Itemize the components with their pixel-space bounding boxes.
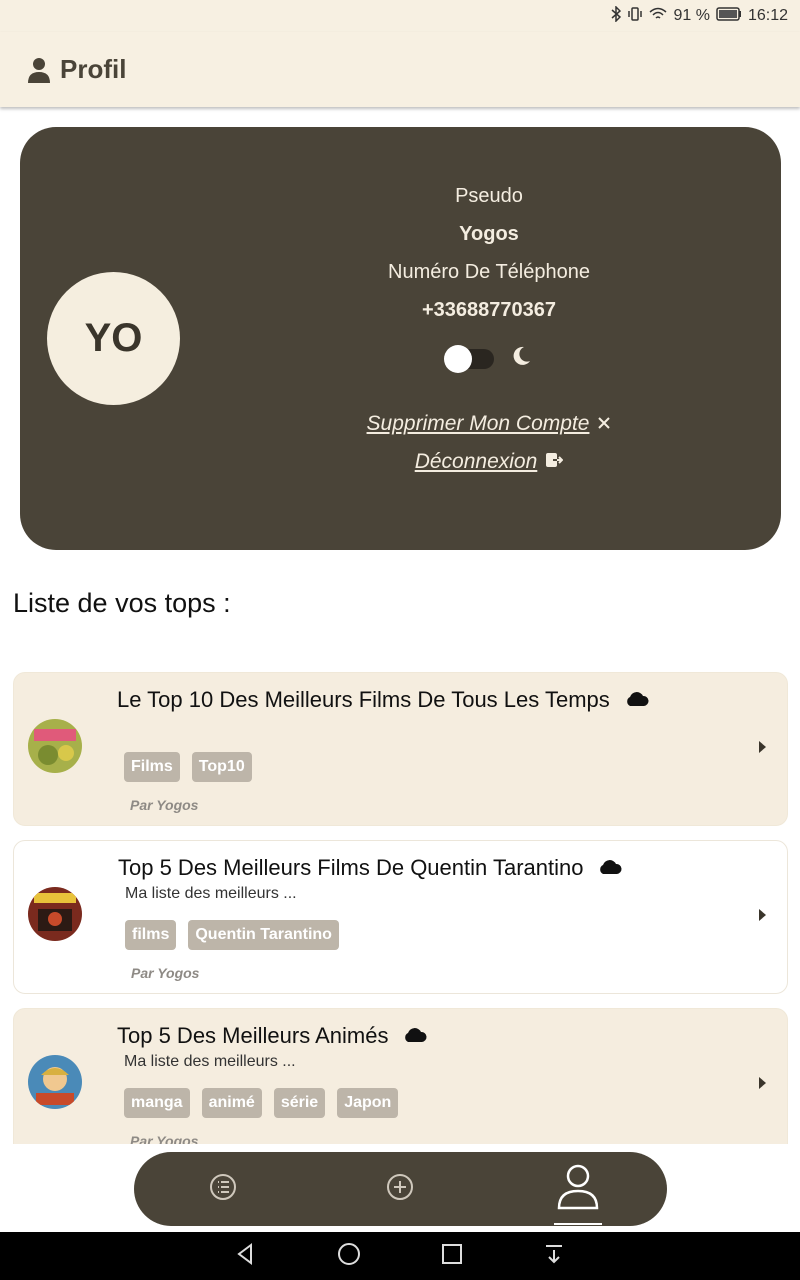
tag[interactable]: série [273, 1088, 326, 1118]
top-author: Par Yogos [130, 1133, 199, 1144]
nav-list-button[interactable] [193, 1159, 253, 1219]
top-title-text: Le Top 10 Des Meilleurs Films De Tous Le… [117, 687, 610, 712]
tag[interactable]: Quentin Tarantino [188, 920, 339, 950]
battery-percent: 91 % [673, 7, 710, 24]
list-icon [209, 1173, 237, 1206]
dark-mode-toggle[interactable] [444, 344, 494, 373]
clock: 16:12 [747, 7, 788, 24]
nav-add-button[interactable] [370, 1159, 430, 1219]
pseudo-value: Yogos [459, 223, 519, 245]
top-title: Top 5 Des Meilleurs Animés [117, 1023, 428, 1049]
cloud-icon [597, 855, 623, 881]
tag-list: Films Top10 [124, 752, 252, 782]
plus-circle-icon [386, 1173, 414, 1206]
top-title-text: Top 5 Des Meilleurs Animés [117, 1023, 389, 1048]
tag-list: manga animé série Japon [124, 1088, 399, 1118]
logout-link[interactable]: Déconnexion [300, 450, 678, 474]
tag[interactable]: Japon [337, 1088, 399, 1118]
system-nav-bar [0, 1232, 800, 1280]
top-author: Par Yogos [130, 797, 199, 813]
phone-label: Numéro De Téléphone [388, 261, 590, 283]
logout-label: Déconnexion [414, 450, 538, 473]
top-author: Par Yogos [131, 965, 200, 981]
top-card[interactable]: Top 5 Des Meilleurs Animés Ma liste des … [13, 1008, 788, 1144]
top-card[interactable]: Top 5 Des Meilleurs Films De Quentin Tar… [13, 840, 788, 994]
logout-icon [545, 450, 564, 474]
pseudo-label: Pseudo [455, 185, 523, 207]
top-title: Top 5 Des Meilleurs Films De Quentin Tar… [118, 855, 623, 881]
chevron-right-icon[interactable] [757, 907, 767, 923]
page-title: Profil [60, 54, 127, 84]
cloud-icon [402, 1023, 428, 1049]
wifi-icon [649, 7, 667, 26]
tag[interactable]: manga [124, 1088, 190, 1118]
top-description: Ma liste des meilleurs ... [124, 1053, 296, 1070]
top-description: Ma liste des meilleurs ... [125, 885, 297, 902]
profile-card: YO Pseudo Yogos Numéro De Téléphone +336… [20, 127, 781, 550]
top-thumbnail [28, 719, 82, 773]
notification-pull-icon[interactable] [543, 1243, 565, 1270]
top-thumbnail [28, 887, 82, 941]
tag[interactable]: Top10 [191, 752, 252, 782]
home-icon[interactable] [337, 1242, 361, 1271]
bluetooth-icon [611, 4, 622, 27]
vibrate-icon [627, 6, 643, 27]
chevron-right-icon[interactable] [757, 739, 767, 755]
profile-info: Pseudo Yogos Numéro De Téléphone +336887… [300, 177, 678, 474]
battery-icon [716, 6, 742, 26]
recents-icon[interactable] [441, 1243, 463, 1270]
close-icon [597, 412, 611, 436]
list-title: Liste de vos tops : [13, 588, 231, 618]
top-title: Le Top 10 Des Meilleurs Films De Tous Le… [117, 687, 650, 713]
back-icon[interactable] [235, 1242, 257, 1270]
avatar: YO [47, 272, 180, 405]
delete-account-link[interactable]: Supprimer Mon Compte [300, 412, 678, 436]
tag[interactable]: films [125, 920, 177, 950]
tops-list[interactable]: Le Top 10 Des Meilleurs Films De Tous Le… [13, 672, 788, 1144]
person-icon [28, 55, 52, 85]
toggle-knob [444, 344, 472, 373]
theme-toggle-row [300, 344, 678, 373]
app-bar: Profil [0, 32, 800, 107]
cloud-icon [624, 687, 650, 713]
tag[interactable]: Films [124, 752, 180, 782]
chevron-right-icon[interactable] [757, 1075, 767, 1091]
top-title-text: Top 5 Des Meilleurs Films De Quentin Tar… [118, 855, 584, 880]
top-card[interactable]: Le Top 10 Des Meilleurs Films De Tous Le… [13, 672, 788, 826]
user-icon [557, 1164, 599, 1215]
top-thumbnail [28, 1055, 82, 1109]
bottom-nav [134, 1152, 667, 1226]
moon-icon [510, 345, 532, 372]
tag[interactable]: animé [201, 1088, 262, 1118]
tag-list: films Quentin Tarantino [125, 920, 339, 950]
delete-account-label: Supprimer Mon Compte [366, 412, 590, 435]
nav-profile-button[interactable] [548, 1159, 608, 1225]
status-bar: 91 % 16:12 [0, 0, 800, 32]
phone-value: +33688770367 [421, 299, 557, 321]
